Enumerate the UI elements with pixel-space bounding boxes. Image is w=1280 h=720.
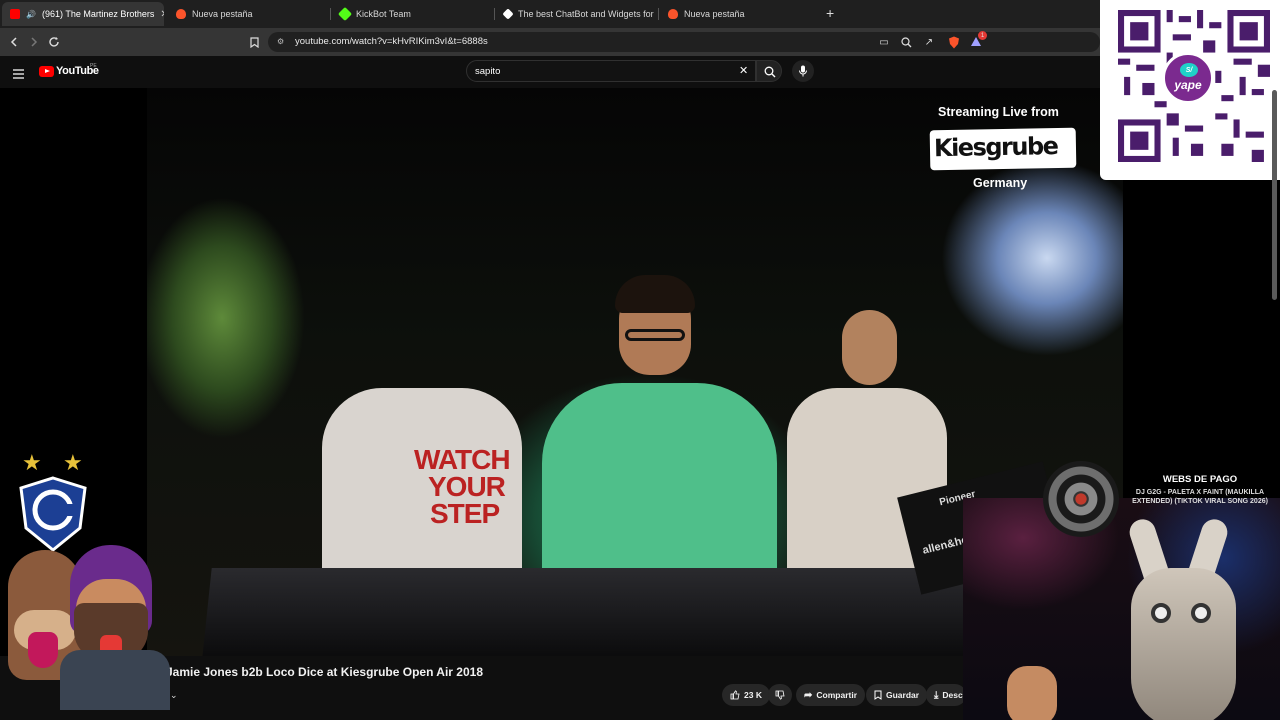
share-label: Compartir [816, 690, 858, 700]
microphone-icon [799, 65, 807, 77]
streaming-live-label: Streaming Live from [938, 105, 1059, 119]
tab-title: KickBot Team [356, 9, 411, 19]
like-count: 23 K [744, 690, 762, 700]
tab-kickbot[interactable]: KickBot Team [332, 2, 492, 26]
beanie-character [70, 545, 152, 661]
star-icon: ★ [63, 450, 83, 475]
new-tab-button[interactable]: + [826, 5, 834, 21]
tab-separator [658, 8, 659, 20]
dislike-button[interactable] [768, 684, 792, 706]
brave-shields-icon[interactable] [946, 34, 962, 50]
search-button[interactable] [756, 60, 782, 82]
youtube-logo-icon[interactable] [39, 66, 54, 77]
kickbot-favicon-icon [337, 6, 353, 22]
tab-new-tab-1[interactable]: Nueva pestaña [168, 2, 328, 26]
page-scrollbar[interactable] [1272, 90, 1277, 300]
character-shirt [60, 650, 170, 710]
vinyl-record-icon [1043, 461, 1119, 537]
brave-favicon-icon [668, 9, 678, 19]
share-button[interactable]: ➦ Compartir [796, 684, 866, 706]
country-label: Germany [973, 176, 1028, 190]
forward-icon[interactable] [26, 34, 42, 50]
zoom-icon[interactable] [898, 34, 914, 50]
tab-title: Nueva pestaña [684, 9, 745, 19]
star-icon: ★ [22, 450, 42, 475]
club-crest-icon [19, 476, 87, 552]
kiesgrube-logo: Kiesgrube [929, 127, 1077, 171]
tab-chatbot-widgets[interactable]: The best ChatBot and Widgets for Ki [496, 2, 656, 26]
video-title: Jamie Jones b2b Loco Dice at Kiesgrube O… [166, 665, 483, 679]
tab-separator [330, 8, 331, 20]
yape-qr-code: S/ yape [1100, 0, 1280, 180]
shirt-text-line: STEP [430, 498, 500, 529]
streamer-avatar-overlay: ★ ★ [0, 450, 170, 720]
tab-separator [494, 8, 495, 20]
tab-youtube[interactable]: 🔊 (961) The Martinez Brothers ✕ [2, 2, 164, 26]
tab-new-tab-2[interactable]: Nueva pestaña [660, 2, 820, 26]
share-page-icon[interactable]: ↗ [921, 34, 937, 50]
voice-search-button[interactable] [792, 60, 814, 82]
menu-icon[interactable] [13, 66, 24, 84]
save-label: Guardar [886, 690, 920, 700]
tab-title: The best ChatBot and Widgets for Ki [518, 9, 656, 19]
brave-favicon-icon [176, 9, 186, 19]
clear-search-icon[interactable]: ✕ [739, 64, 748, 77]
thumbs-down-icon [775, 690, 785, 700]
tab-title: (961) The Martinez Brothers [41, 9, 155, 19]
kiesgrube-logo-text: Kiesgrube [933, 132, 1058, 163]
download-button[interactable]: ⤓ Desc [926, 684, 966, 706]
shirt-text-line: YOUR [428, 471, 506, 502]
tab-strip: 🔊 (961) The Martinez Brothers ✕ Nueva pe… [0, 0, 1280, 28]
diamond-favicon-icon [502, 8, 514, 20]
youtube-favicon-icon [10, 9, 20, 19]
webcam-feed [963, 498, 1280, 720]
site-info-icon[interactable]: ⚙ [277, 37, 284, 46]
rewards-badge: 1 [978, 31, 987, 40]
audio-playing-icon[interactable]: 🔊 [26, 10, 36, 19]
now-playing-song: DJ G2G - PALETA X FAINT (MAUKILLA EXTEND… [1132, 489, 1268, 505]
youtube-region-code: PE [90, 63, 97, 69]
close-tab-icon[interactable]: ✕ [160, 9, 164, 20]
search-icon [764, 66, 776, 78]
like-button[interactable]: 23 K [722, 684, 770, 706]
thumbs-up-hand [1007, 666, 1057, 720]
now-playing-title: WEBS DE PAGO [1162, 474, 1238, 485]
thumbs-up-icon [730, 690, 740, 700]
dj-right-head [842, 310, 897, 385]
donkey-mask [1131, 568, 1236, 720]
download-icon: ⤓ [934, 689, 939, 701]
url-text: youtube.com/watch?v=kHvRIKim3vI&t=6888s [295, 36, 488, 47]
back-icon[interactable] [6, 34, 22, 50]
download-label: Desc [942, 690, 963, 700]
yape-logo: S/ yape [1162, 52, 1214, 104]
save-button[interactable]: Guardar [866, 684, 928, 706]
search-query: sapito [475, 66, 501, 77]
tab-title: Nueva pestaña [192, 9, 253, 19]
shirt-text-line: WATCH [414, 444, 511, 475]
brave-rewards-icon[interactable]: 1 [968, 31, 987, 50]
save-bookmark-icon [874, 690, 882, 700]
reload-icon[interactable] [46, 34, 62, 50]
search-input[interactable]: sapito ✕ [466, 60, 756, 82]
share-arrow-icon: ➦ [804, 689, 813, 701]
expand-chevron-icon[interactable]: ⌄ [170, 690, 178, 701]
browser-toolbar: ⚙ youtube.com/watch?v=kHvRIKim3vI&t=6888… [0, 28, 1280, 56]
yape-logo-text: yape [1174, 78, 1202, 92]
bookmark-icon[interactable] [246, 34, 262, 50]
cast-icon[interactable]: ▭ [876, 34, 892, 50]
dj-head [615, 275, 695, 375]
yape-badge-icon: S/ [1180, 63, 1198, 77]
